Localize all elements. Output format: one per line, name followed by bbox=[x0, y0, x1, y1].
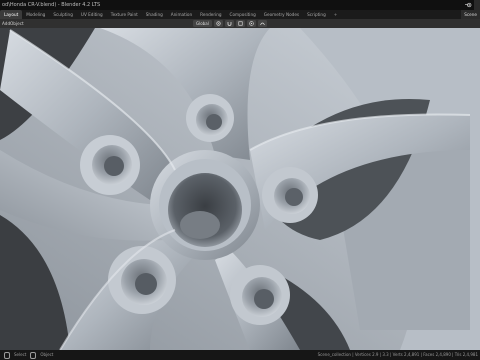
tab-scripting[interactable]: Scripting bbox=[303, 10, 330, 19]
menu-object[interactable]: Object bbox=[10, 19, 24, 28]
tab-geometry-nodes[interactable]: Geometry Nodes bbox=[260, 10, 303, 19]
scene-statistics: Scene_collection | Vertices 2.9 | 3.3 | … bbox=[317, 352, 478, 357]
blender-logo-icon bbox=[465, 2, 472, 8]
status-bar: Select Object Scene_collection | Vertice… bbox=[0, 350, 480, 360]
tab-sculpting[interactable]: Sculpting bbox=[49, 10, 77, 19]
wheel-render bbox=[0, 28, 480, 350]
snap-magnet-icon[interactable] bbox=[224, 20, 234, 27]
window-title: od\Honda CR-V.blend) - Blender 4.2 LTS bbox=[2, 2, 101, 8]
menu-add[interactable]: Add bbox=[2, 19, 10, 28]
proportional-edit-icon[interactable] bbox=[246, 20, 256, 27]
status-select-label: Select bbox=[14, 352, 27, 357]
tab-texture-paint[interactable]: Texture Paint bbox=[107, 10, 142, 19]
falloff-curve-icon[interactable] bbox=[257, 20, 267, 27]
proportional-glyph bbox=[249, 21, 254, 26]
scene-selector[interactable]: Scene bbox=[461, 10, 480, 19]
workspace-tabs: Layout Modeling Sculpting UV Editing Tex… bbox=[0, 10, 480, 19]
transform-orientation-label: Global bbox=[196, 21, 209, 26]
lug-hole-top bbox=[186, 94, 234, 142]
tab-animation[interactable]: Animation bbox=[167, 10, 196, 19]
pivot-icon[interactable] bbox=[213, 20, 223, 27]
snap-target-glyph bbox=[238, 21, 243, 26]
tab-layout[interactable]: Layout bbox=[0, 10, 23, 19]
mouse-middle-icon bbox=[30, 351, 37, 359]
tab-compositing[interactable]: Compositing bbox=[226, 10, 260, 19]
add-workspace-button[interactable]: + bbox=[330, 10, 342, 19]
lug-hole-bottom-left bbox=[108, 246, 176, 314]
pivot-glyph bbox=[216, 21, 221, 26]
lug-hole-right bbox=[262, 167, 318, 223]
tab-rendering[interactable]: Rendering bbox=[196, 10, 225, 19]
3d-viewport[interactable] bbox=[0, 28, 480, 350]
tab-modeling[interactable]: Modeling bbox=[22, 10, 49, 19]
user-icon[interactable] bbox=[474, 0, 480, 10]
status-object-label: Object bbox=[40, 352, 54, 357]
tab-uv-editing[interactable]: UV Editing bbox=[77, 10, 107, 19]
falloff-glyph bbox=[259, 22, 265, 26]
magnet-glyph bbox=[227, 22, 232, 26]
mouse-left-icon bbox=[4, 351, 10, 359]
snap-target-icon[interactable] bbox=[235, 20, 245, 27]
viewport-header: Add Object Global bbox=[0, 19, 480, 28]
window-title-bar: od\Honda CR-V.blend) - Blender 4.2 LTS bbox=[0, 0, 480, 10]
lug-hole-bottom-right bbox=[230, 265, 290, 325]
tab-shading[interactable]: Shading bbox=[142, 10, 167, 19]
transform-orientation-dropdown[interactable]: Global bbox=[193, 20, 212, 27]
lug-hole-left bbox=[80, 135, 140, 195]
